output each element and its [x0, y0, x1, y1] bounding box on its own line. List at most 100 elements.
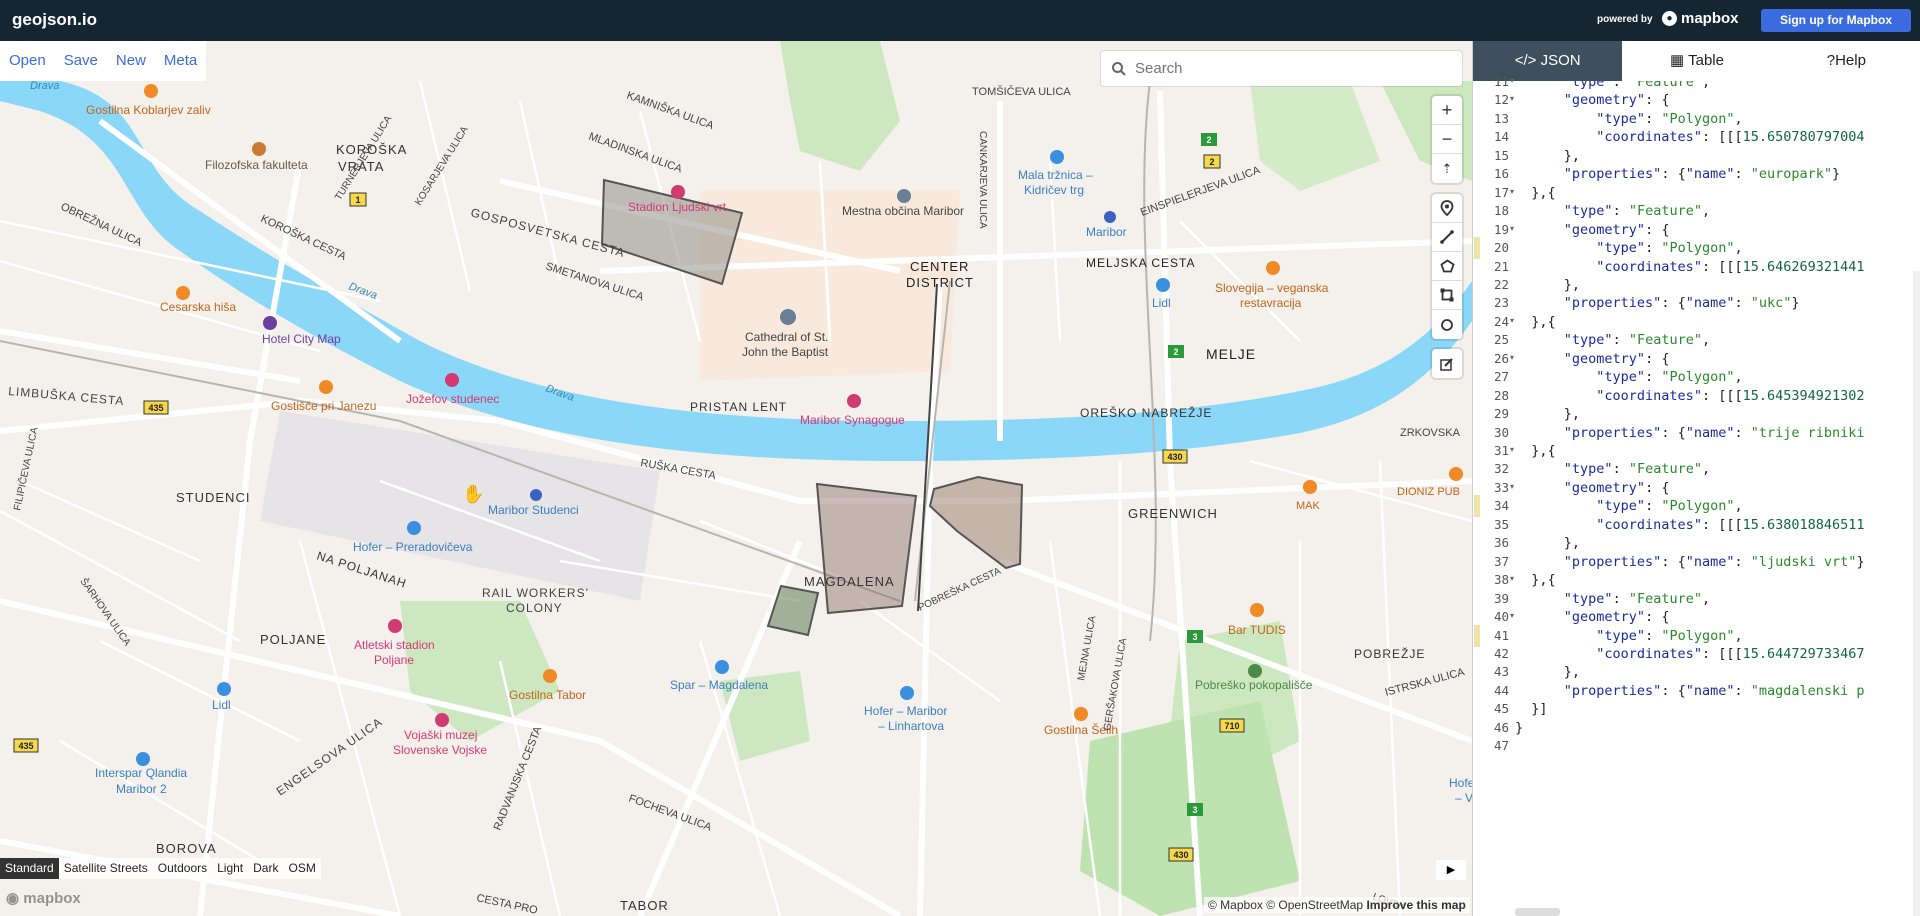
mapbox-logo[interactable]: ● mapbox	[1662, 10, 1739, 27]
shop-icon	[136, 752, 150, 766]
map-label: – Linhartova	[878, 719, 944, 733]
horizontal-scrollbar[interactable]	[1515, 908, 1560, 916]
map-label: Lidl	[1152, 296, 1171, 310]
fold-arrow-icon[interactable]: ▾	[1510, 187, 1514, 196]
fold-arrow-icon[interactable]: ▾	[1510, 316, 1514, 325]
app-title[interactable]: geojson.io	[12, 10, 97, 30]
fold-arrow-icon[interactable]: ▾	[1510, 94, 1514, 103]
road-shield: 435	[148, 403, 163, 413]
draw-circle-button[interactable]	[1432, 310, 1462, 339]
map-svg[interactable]: Drava Gostilna Koblarjev zaliv Filozofsk…	[0, 41, 1472, 916]
map-label: Maribor	[1086, 225, 1127, 239]
train-station-icon	[1104, 211, 1116, 223]
file-menu: Open Save New Meta	[0, 41, 207, 81]
road-shield: 3	[1192, 632, 1197, 642]
new-button[interactable]: New	[107, 41, 155, 81]
map-label: Hofer – Preradovičeva	[353, 540, 473, 554]
zoom-out-button[interactable]: −	[1432, 125, 1462, 154]
map-canvas[interactable]: Drava Gostilna Koblarjev zaliv Filozofsk…	[0, 41, 1472, 916]
search-input[interactable]	[1135, 57, 1455, 80]
draw-rectangle-button[interactable]	[1432, 281, 1462, 310]
line-icon	[1440, 230, 1454, 244]
fold-arrow-icon[interactable]: ▾	[1510, 482, 1514, 491]
signup-button[interactable]: Sign up for Mapbox	[1761, 9, 1911, 32]
mapbox-watermark-text: mapbox	[23, 890, 81, 907]
road-shield: 430	[1173, 850, 1188, 860]
tab-table[interactable]: ▦ Table	[1622, 41, 1771, 81]
meta-button[interactable]: Meta	[155, 41, 206, 81]
style-outdoors[interactable]: Outdoors	[153, 858, 212, 879]
map-label: Kidričev trg	[1024, 183, 1084, 197]
map-label: Maribor Studenci	[488, 503, 579, 517]
town-hall-icon	[897, 189, 911, 203]
tab-help[interactable]: ?Help	[1772, 41, 1920, 81]
attribution-osm[interactable]: © OpenStreetMap	[1266, 898, 1363, 912]
compass-button[interactable]: ⇡	[1432, 154, 1462, 183]
open-button[interactable]: Open	[0, 41, 55, 81]
marker-icon	[1440, 200, 1454, 216]
style-dark[interactable]: Dark	[248, 858, 283, 879]
monument-icon	[445, 373, 459, 387]
university-icon	[252, 142, 266, 156]
map-label: ZRKOVSKA	[1400, 427, 1461, 439]
zoom-controls: + − ⇡	[1432, 96, 1462, 183]
map-label: OREŠKO NABREŽJE	[1080, 405, 1212, 420]
fold-arrow-icon[interactable]: ▾	[1510, 353, 1514, 362]
map-label: Slovegija – veganska	[1215, 281, 1329, 295]
map-label: Pobreško pokopališče	[1195, 678, 1313, 692]
improve-map-link[interactable]: Improve this map	[1366, 898, 1465, 912]
code-line[interactable]	[1515, 735, 1920, 757]
train-station-icon	[530, 489, 542, 501]
shop-icon	[217, 682, 231, 696]
map-label: POLJANE	[260, 632, 326, 647]
restaurant-icon	[543, 669, 557, 683]
pub-icon	[1449, 467, 1463, 481]
style-standard[interactable]: Standard	[0, 858, 59, 879]
map-label: Atletski stadion	[354, 638, 435, 652]
map-label: MELJE	[1206, 346, 1256, 362]
style-satellite-streets[interactable]: Satellite Streets	[59, 858, 153, 879]
fold-arrow-icon[interactable]: ▾	[1510, 574, 1514, 583]
edit-button[interactable]	[1432, 349, 1462, 378]
vertical-scrollbar[interactable]	[1913, 271, 1920, 916]
json-editor[interactable]: "type": "Feature", "geometry": { "type":…	[1515, 81, 1920, 916]
map-label: Hotel City Map	[262, 332, 341, 346]
map-label: Cesarska hiša	[160, 300, 236, 314]
code-icon: </>	[1514, 52, 1537, 69]
draw-polygon-button[interactable]	[1432, 252, 1462, 281]
attribution-mapbox[interactable]: © Mapbox	[1208, 898, 1263, 912]
style-osm[interactable]: OSM	[283, 858, 320, 879]
map-label: CANKARJEVA ULICA	[977, 131, 988, 229]
fold-arrow-icon[interactable]: ▾	[1510, 224, 1514, 233]
chevron-right-icon: ▶	[1446, 864, 1456, 876]
restaurant-icon	[1303, 480, 1317, 494]
synagogue-icon	[847, 394, 861, 408]
collapse-panel-button[interactable]: ▶	[1436, 860, 1466, 880]
map-label: Hofer – Maribor	[864, 704, 947, 718]
tab-json-label: JSON	[1540, 52, 1581, 69]
road-shield: 2	[1206, 135, 1211, 145]
style-light[interactable]: Light	[212, 858, 248, 879]
map-label: Gostišče pri Janezu	[271, 399, 376, 413]
road-shield: 2	[1173, 347, 1178, 357]
zoom-in-button[interactable]: +	[1432, 96, 1462, 125]
feature-polygon-magdalena[interactable]	[815, 482, 918, 615]
fold-arrow-icon[interactable]: ▾	[1510, 76, 1514, 85]
map-label: Drava	[30, 80, 59, 92]
restaurant-icon	[1266, 261, 1280, 275]
hotel-icon	[263, 316, 277, 330]
map-style-switcher: Standard Satellite Streets Outdoors Ligh…	[0, 858, 321, 879]
draw-marker-button[interactable]	[1432, 194, 1462, 223]
map-label: Slovenske Vojske	[393, 743, 487, 757]
fold-arrow-icon[interactable]: ▾	[1510, 611, 1514, 620]
mapbox-watermark[interactable]: ◉ mapbox	[6, 889, 81, 907]
search-box[interactable]	[1101, 51, 1462, 86]
save-button[interactable]: Save	[55, 41, 107, 81]
map-label: Cathedral of St.	[745, 330, 828, 344]
map-label: – V	[1455, 791, 1472, 805]
map-label: COLONY	[506, 601, 563, 615]
map-label: PRISTAN LENT	[690, 400, 787, 414]
draw-line-button[interactable]	[1432, 223, 1462, 252]
shop-icon	[715, 660, 729, 674]
fold-arrow-icon[interactable]: ▾	[1510, 445, 1514, 454]
